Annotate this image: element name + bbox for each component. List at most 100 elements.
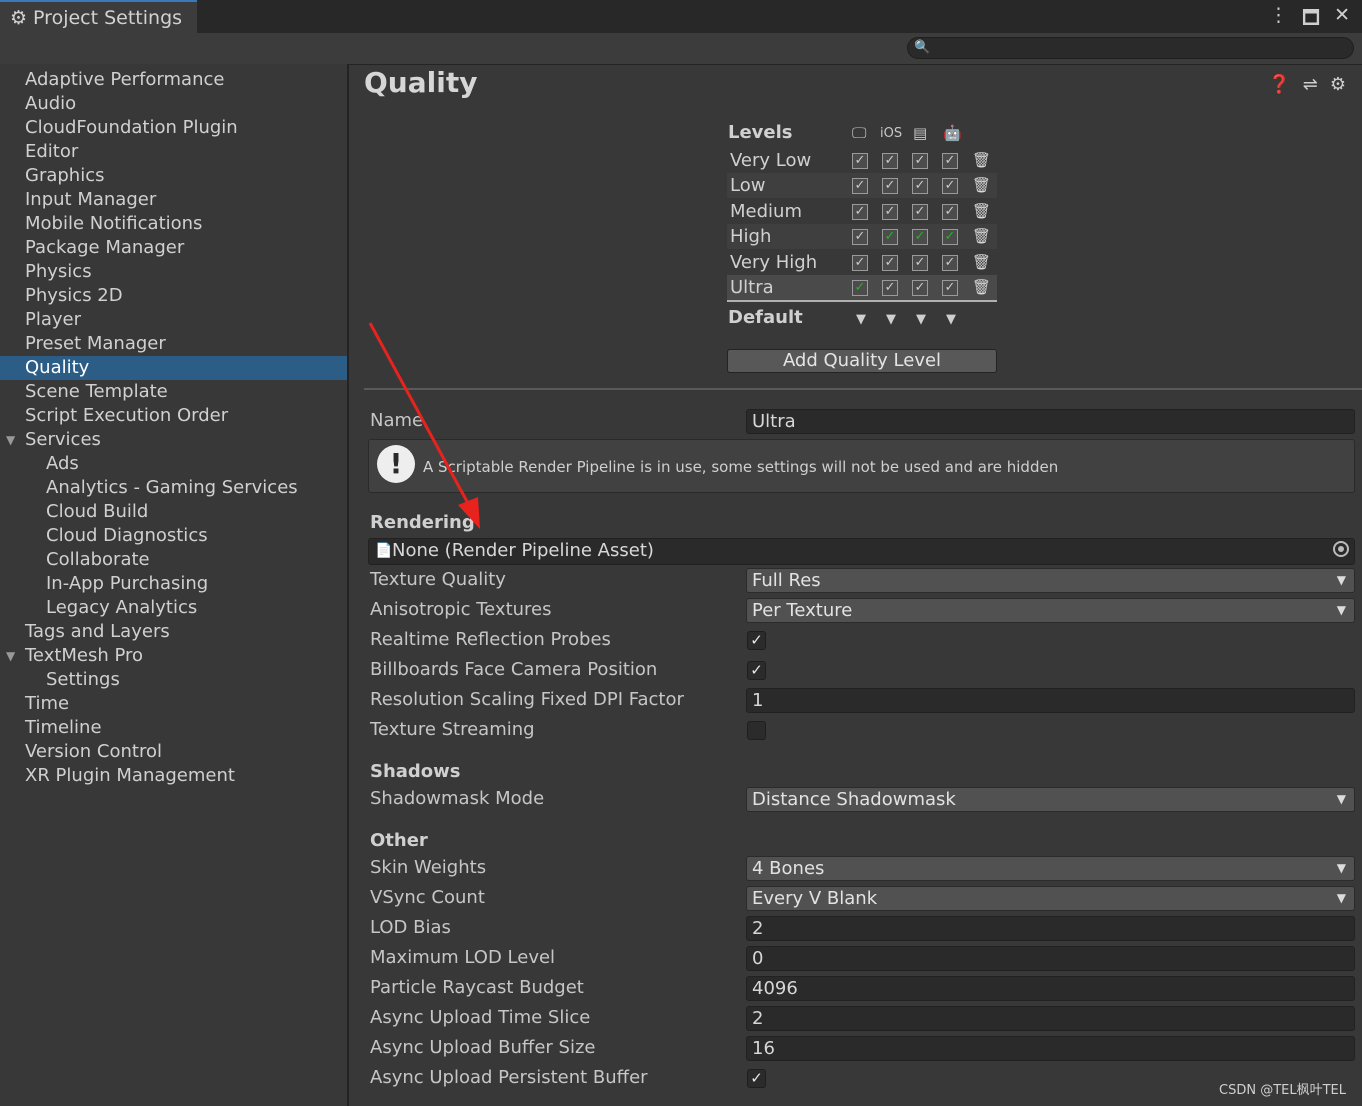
platform-checkbox[interactable]: ✓ [912, 280, 928, 296]
sidebar-item-script-execution-order[interactable]: Script Execution Order [0, 404, 347, 428]
sidebar-item-label: Script Execution Order [25, 405, 229, 426]
more-icon[interactable]: ⋮ [1269, 4, 1288, 36]
platform-checkbox[interactable]: ✓ [942, 229, 958, 245]
sidebar-item-physics[interactable]: Physics [0, 260, 347, 284]
sidebar-item-cloudfoundation-plugin[interactable]: CloudFoundation Plugin [0, 116, 347, 140]
quality-level-row[interactable]: Very Low ✓ ✓ ✓ ✓ 🗑 [727, 148, 997, 173]
trash-icon[interactable]: 🗑 [972, 250, 991, 275]
reflection-probes-checkbox[interactable]: ✓ [747, 631, 766, 650]
quality-level-row[interactable]: Very High ✓ ✓ ✓ ✓ 🗑 [727, 250, 997, 275]
sidebar-item-cloud-diagnostics[interactable]: Cloud Diagnostics [0, 524, 347, 548]
sidebar-item-physics-2d[interactable]: Physics 2D [0, 284, 347, 308]
vsync-dropdown[interactable]: Every V Blank ▼ [746, 886, 1355, 911]
name-field[interactable]: Ultra [746, 409, 1355, 434]
upload-buffer-field[interactable]: 16 [746, 1036, 1355, 1061]
sidebar-item-settings[interactable]: Settings [0, 668, 347, 692]
platform-checkbox[interactable]: ✓ [942, 204, 958, 220]
sidebar-item-scene-template[interactable]: Scene Template [0, 380, 347, 404]
platform-checkbox[interactable]: ✓ [942, 153, 958, 169]
lod-bias-field[interactable]: 2 [746, 916, 1355, 941]
sidebar-item-xr-plugin-management[interactable]: XR Plugin Management [0, 764, 347, 788]
trash-icon[interactable]: 🗑 [972, 275, 991, 300]
platform-checkbox[interactable]: ✓ [882, 229, 898, 245]
sidebar-item-collaborate[interactable]: Collaborate [0, 548, 347, 572]
sidebar-item-graphics[interactable]: Graphics [0, 164, 347, 188]
window-tab[interactable]: ⚙ Project Settings [0, 0, 197, 33]
sidebar-item-services[interactable]: ▼ Services [0, 428, 347, 452]
sidebar-item-analytics-gaming-services[interactable]: Analytics - Gaming Services [0, 476, 347, 500]
platform-checkbox[interactable]: ✓ [852, 255, 868, 271]
sidebar-item-audio[interactable]: Audio [0, 92, 347, 116]
sidebar-item-player[interactable]: Player [0, 308, 347, 332]
shadowmask-dropdown[interactable]: Distance Shadowmask ▼ [746, 787, 1355, 812]
quality-level-row[interactable]: Medium ✓ ✓ ✓ ✓ 🗑 [727, 199, 997, 224]
default-ios-dropdown[interactable]: ▼ [886, 312, 896, 327]
platform-checkbox[interactable]: ✓ [852, 153, 868, 169]
platform-checkbox[interactable]: ✓ [852, 204, 868, 220]
trash-icon[interactable]: 🗑 [972, 173, 991, 198]
presets-icon[interactable]: ⇌ [1303, 74, 1318, 95]
trash-icon[interactable]: 🗑 [972, 199, 991, 224]
platform-checkbox[interactable]: ✓ [942, 178, 958, 194]
sidebar-item-legacy-analytics[interactable]: Legacy Analytics [0, 596, 347, 620]
sidebar-item-preset-manager[interactable]: Preset Manager [0, 332, 347, 356]
texture-streaming-checkbox[interactable] [747, 721, 766, 740]
platform-checkbox[interactable]: ✓ [912, 204, 928, 220]
platform-checkbox[interactable]: ✓ [852, 280, 868, 296]
quality-level-row[interactable]: Ultra ✓ ✓ ✓ ✓ 🗑 [727, 275, 997, 302]
default-webgl-dropdown[interactable]: ▼ [916, 312, 926, 327]
platform-checkbox[interactable]: ✓ [912, 178, 928, 194]
sidebar-item-quality[interactable]: Quality [0, 356, 347, 380]
search-input[interactable] [907, 37, 1354, 59]
sidebar-item-timeline[interactable]: Timeline [0, 716, 347, 740]
platform-checkbox[interactable]: ✓ [882, 280, 898, 296]
platform-checkbox[interactable]: ✓ [882, 255, 898, 271]
platform-checkbox[interactable]: ✓ [882, 153, 898, 169]
expand-arrow-icon[interactable]: ▼ [6, 644, 15, 668]
billboards-checkbox[interactable]: ✓ [747, 661, 766, 680]
raycast-budget-field[interactable]: 4096 [746, 976, 1355, 1001]
close-icon[interactable]: ✕ [1334, 4, 1350, 36]
sidebar-item-cloud-build[interactable]: Cloud Build [0, 500, 347, 524]
sidebar-item-in-app-purchasing[interactable]: In-App Purchasing [0, 572, 347, 596]
platform-checkbox[interactable]: ✓ [942, 255, 958, 271]
trash-icon[interactable]: 🗑 [972, 148, 991, 173]
default-standalone-dropdown[interactable]: ▼ [856, 312, 866, 327]
platform-checkbox[interactable]: ✓ [852, 229, 868, 245]
sidebar-item-adaptive-performance[interactable]: Adaptive Performance [0, 68, 347, 92]
help-icon[interactable]: ❓ [1268, 74, 1290, 95]
settings-icon[interactable]: ⚙ [1330, 74, 1346, 95]
platform-checkbox[interactable]: ✓ [852, 178, 868, 194]
platform-checkbox[interactable]: ✓ [942, 280, 958, 296]
texture-quality-dropdown[interactable]: Full Res ▼ [746, 568, 1355, 593]
sidebar-item-mobile-notifications[interactable]: Mobile Notifications [0, 212, 347, 236]
sidebar-item-textmesh-pro[interactable]: ▼ TextMesh Pro [0, 644, 347, 668]
add-quality-level-button[interactable]: Add Quality Level [727, 349, 997, 373]
maximize-icon[interactable]: 🗖 [1302, 4, 1320, 36]
platform-checkbox[interactable]: ✓ [912, 255, 928, 271]
upload-time-field[interactable]: 2 [746, 1006, 1355, 1031]
quality-level-row[interactable]: High ✓ ✓ ✓ ✓ 🗑 [727, 224, 997, 249]
sidebar-item-time[interactable]: Time [0, 692, 347, 716]
lod-bias-label: LOD Bias [370, 917, 451, 938]
platform-checkbox[interactable]: ✓ [912, 229, 928, 245]
platform-checkbox[interactable]: ✓ [882, 204, 898, 220]
skin-weights-dropdown[interactable]: 4 Bones ▼ [746, 856, 1355, 881]
sidebar-item-package-manager[interactable]: Package Manager [0, 236, 347, 260]
sidebar-item-tags-and-layers[interactable]: Tags and Layers [0, 620, 347, 644]
object-picker-icon[interactable] [1333, 541, 1349, 557]
sidebar-item-ads[interactable]: Ads [0, 452, 347, 476]
expand-arrow-icon[interactable]: ▼ [6, 428, 15, 452]
platform-checkbox[interactable]: ✓ [882, 178, 898, 194]
sidebar-item-input-manager[interactable]: Input Manager [0, 188, 347, 212]
max-lod-field[interactable]: 0 [746, 946, 1355, 971]
dpi-factor-field[interactable]: 1 [746, 688, 1355, 713]
trash-icon[interactable]: 🗑 [972, 224, 991, 249]
sidebar-item-editor[interactable]: Editor [0, 140, 347, 164]
quality-level-row[interactable]: Low ✓ ✓ ✓ ✓ 🗑 [727, 173, 997, 198]
default-android-dropdown[interactable]: ▼ [946, 312, 956, 327]
platform-checkbox[interactable]: ✓ [912, 153, 928, 169]
sidebar-item-version-control[interactable]: Version Control [0, 740, 347, 764]
anisotropic-dropdown[interactable]: Per Texture ▼ [746, 598, 1355, 623]
persistent-buffer-checkbox[interactable]: ✓ [747, 1069, 766, 1088]
